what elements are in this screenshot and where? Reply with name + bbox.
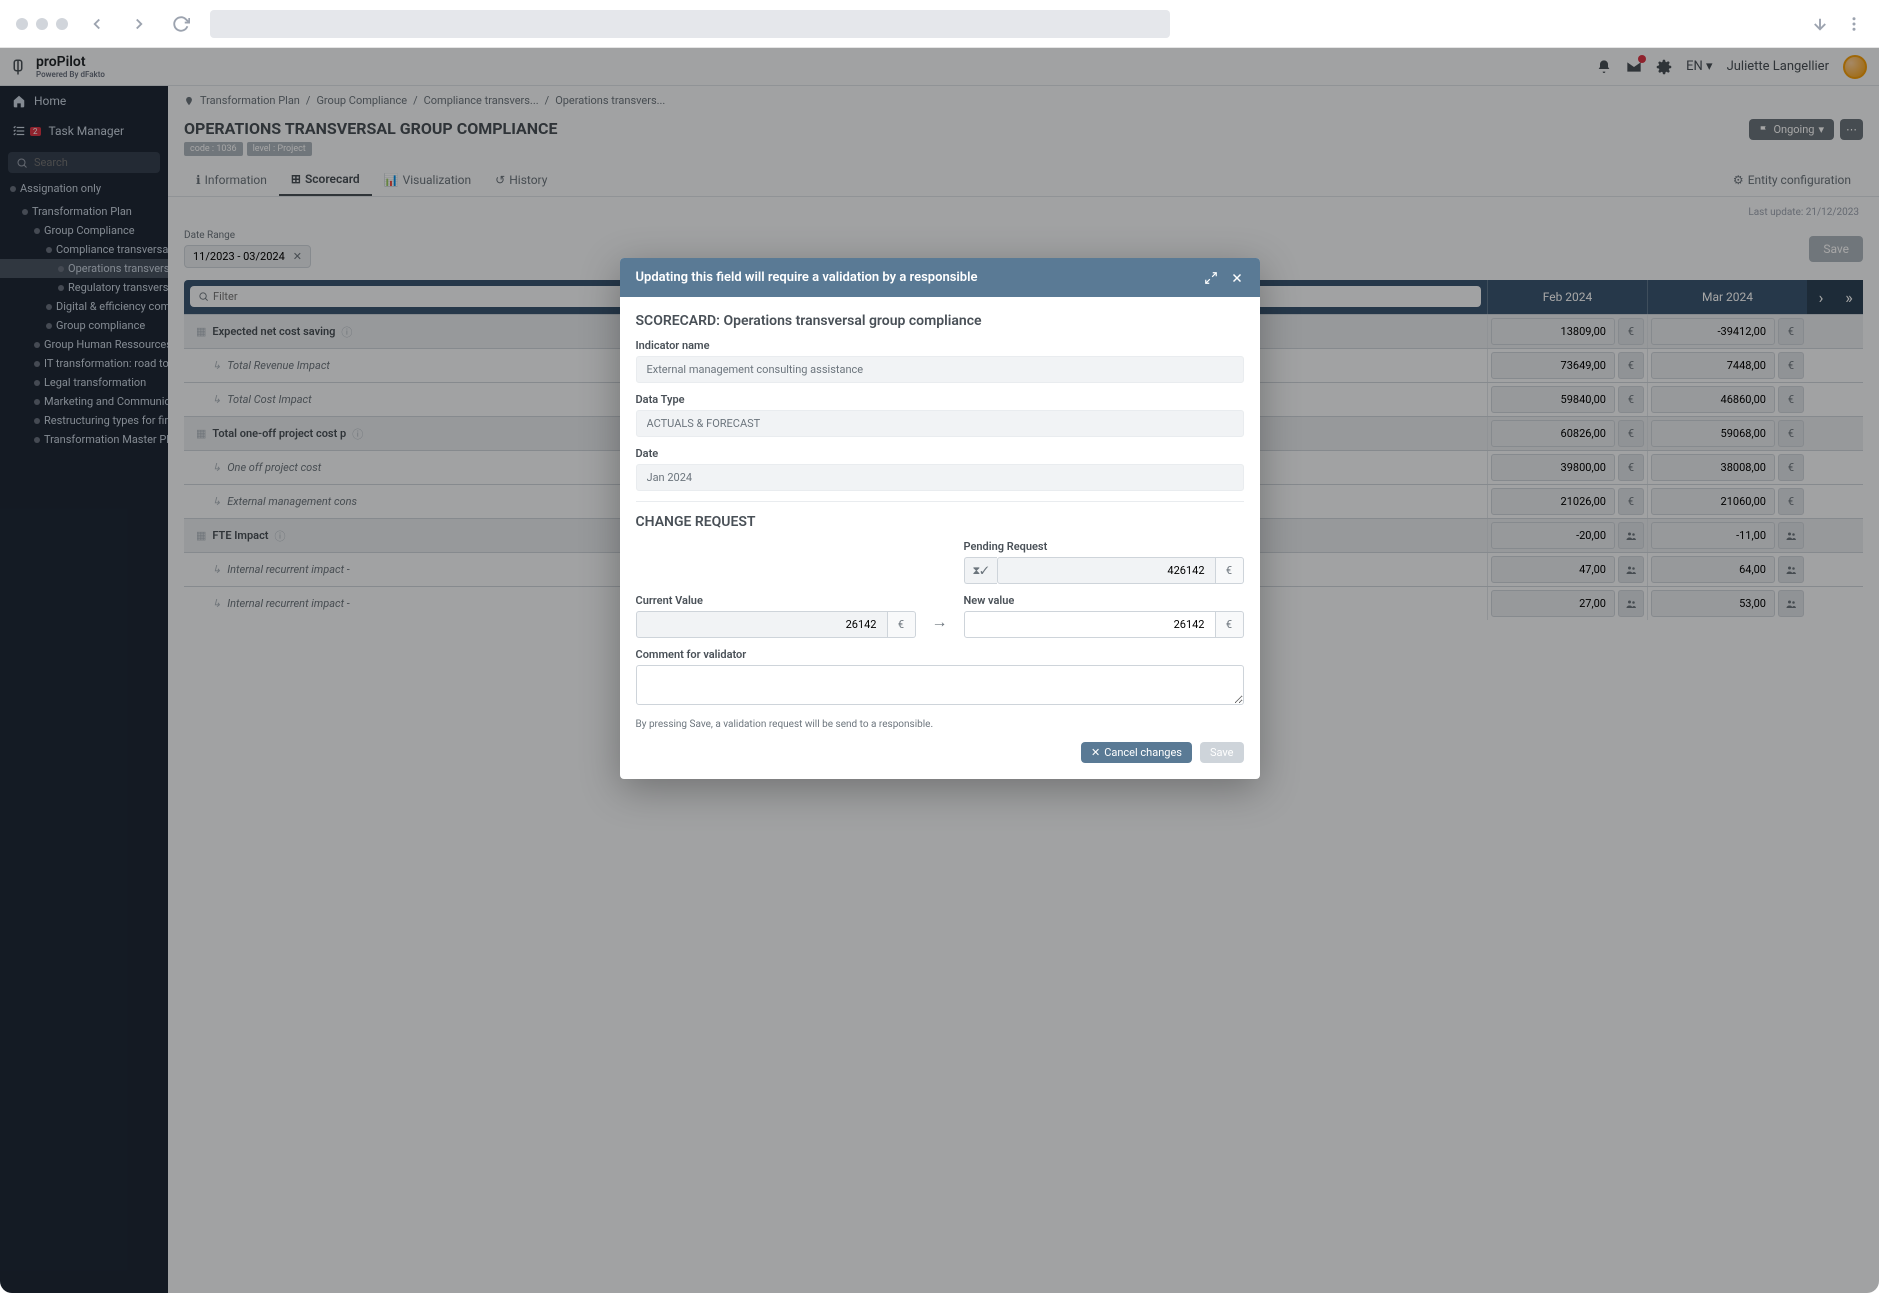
pending-field (997, 557, 1216, 584)
datatype-label: Data Type (636, 393, 1244, 406)
forward-icon[interactable] (126, 11, 152, 37)
modal-section-change-request: CHANGE REQUEST (636, 514, 1244, 530)
date-field (636, 464, 1244, 491)
traffic-light-max[interactable] (56, 18, 68, 30)
hourglass-icon: ⧗✓ (964, 557, 997, 584)
more-icon[interactable] (1845, 15, 1863, 33)
datatype-field (636, 410, 1244, 437)
comment-field[interactable] (636, 665, 1244, 705)
currency-unit: € (1216, 557, 1244, 584)
traffic-light-min[interactable] (36, 18, 48, 30)
traffic-light-close[interactable] (16, 18, 28, 30)
modal-title: Updating this field will require a valid… (636, 270, 978, 285)
download-icon[interactable] (1811, 15, 1829, 33)
modal-section-scorecard: SCORECARD: Operations transversal group … (636, 313, 1244, 329)
validation-modal: Updating this field will require a valid… (620, 258, 1260, 779)
modal-hint: By pressing Save, a validation request w… (636, 719, 1244, 730)
new-label: New value (964, 594, 1244, 607)
expand-icon[interactable] (1204, 271, 1218, 285)
new-value-field[interactable] (964, 611, 1216, 638)
indicator-field (636, 356, 1244, 383)
traffic-lights (16, 18, 68, 30)
date-label: Date (636, 447, 1244, 460)
close-icon: ✕ (1091, 746, 1100, 759)
arrow-right-icon: → (928, 612, 952, 638)
back-icon[interactable] (84, 11, 110, 37)
indicator-label: Indicator name (636, 339, 1244, 352)
reload-icon[interactable] (168, 11, 194, 37)
modal-save-button[interactable]: Save (1200, 742, 1244, 763)
currency-unit: € (888, 611, 916, 638)
url-bar[interactable] (210, 10, 1170, 38)
close-icon[interactable] (1230, 271, 1244, 285)
current-value-field (636, 611, 888, 638)
cancel-button[interactable]: ✕ Cancel changes (1081, 742, 1192, 763)
modal-overlay[interactable]: Updating this field will require a valid… (0, 48, 1879, 1293)
modal-header: Updating this field will require a valid… (620, 258, 1260, 297)
comment-label: Comment for validator (636, 648, 1244, 661)
currency-unit: € (1216, 611, 1244, 638)
current-label: Current Value (636, 594, 916, 607)
pending-label: Pending Request (964, 540, 1244, 553)
browser-chrome (0, 0, 1879, 48)
